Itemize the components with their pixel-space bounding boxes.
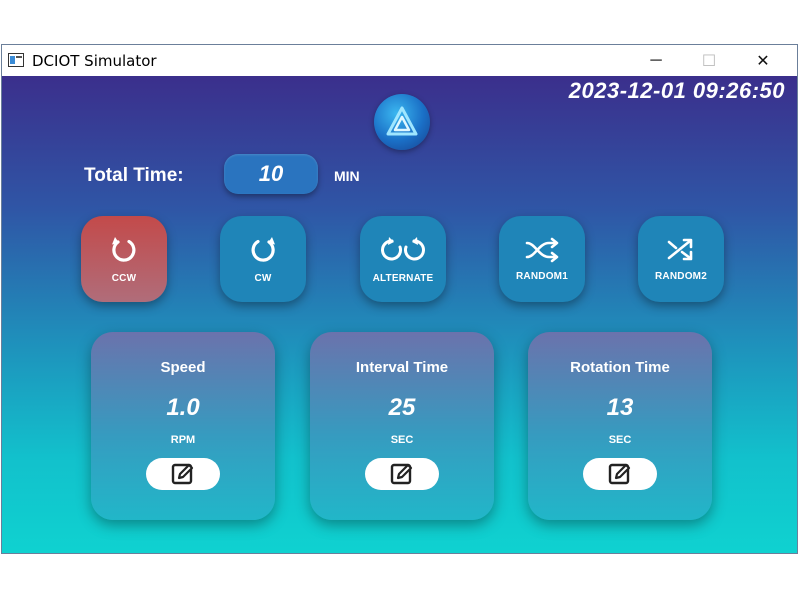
card-value: 13 (606, 394, 634, 421)
mode-button-ccw[interactable]: CCW (81, 216, 167, 302)
edit-icon (390, 463, 413, 485)
window-title: DCIOT Simulator (32, 52, 157, 70)
main-panel: 2023-12-01 09:26:50 Total Time: 10 MIN C… (2, 76, 797, 553)
total-time-value[interactable]: 10 (224, 154, 318, 194)
close-button[interactable]: ✕ (740, 45, 786, 76)
rotate-ccw-icon (112, 236, 136, 262)
edit-icon (171, 463, 194, 485)
speed-card: Speed 1.0 RPM (91, 332, 275, 520)
logo-icon (374, 94, 430, 150)
card-unit: RPM (170, 434, 196, 446)
card-unit: SEC (390, 434, 414, 446)
edit-icon (608, 463, 631, 485)
mode-button-alternate[interactable]: ALTERNATE (360, 216, 446, 302)
card-title: Rotation Time (570, 359, 670, 376)
total-time-unit: MIN (334, 168, 360, 184)
mode-button-cw[interactable]: CW (220, 216, 306, 302)
rotation-time-card: Rotation Time 13 SEC (528, 332, 712, 520)
title-bar[interactable]: DCIOT Simulator ─ ☐ ✕ (2, 45, 797, 76)
mode-label: CW (254, 272, 272, 284)
card-title: Speed (160, 359, 206, 376)
total-time-label: Total Time: (84, 165, 184, 186)
app-window: DCIOT Simulator ─ ☐ ✕ 2023-12-01 09:26:5… (1, 44, 798, 554)
alternate-icon (381, 236, 425, 260)
card-value: 1.0 (166, 394, 200, 421)
card-unit: SEC (608, 434, 632, 446)
shuffle-icon (667, 238, 693, 260)
shuffle-icon (525, 237, 559, 262)
maximize-button[interactable]: ☐ (686, 45, 732, 76)
minimize-button[interactable]: ─ (633, 45, 679, 76)
mode-button-random2[interactable]: RANDOM2 (638, 216, 724, 302)
app-icon (8, 53, 24, 67)
mode-label: RANDOM1 (516, 270, 568, 282)
mode-label: RANDOM2 (655, 270, 707, 282)
mode-label: CCW (111, 272, 137, 284)
datetime-display: 2023-12-01 09:26:50 (568, 78, 785, 103)
interval-time-card: Interval Time 25 SEC (310, 332, 494, 520)
edit-speed-button[interactable] (146, 458, 220, 490)
edit-rotation-time-button[interactable] (583, 458, 657, 490)
edit-interval-time-button[interactable] (365, 458, 439, 490)
mode-label: ALTERNATE (372, 272, 434, 284)
rotate-cw-icon (251, 236, 275, 262)
mode-button-random1[interactable]: RANDOM1 (499, 216, 585, 302)
card-title: Interval Time (355, 359, 449, 376)
card-value: 25 (388, 394, 416, 421)
